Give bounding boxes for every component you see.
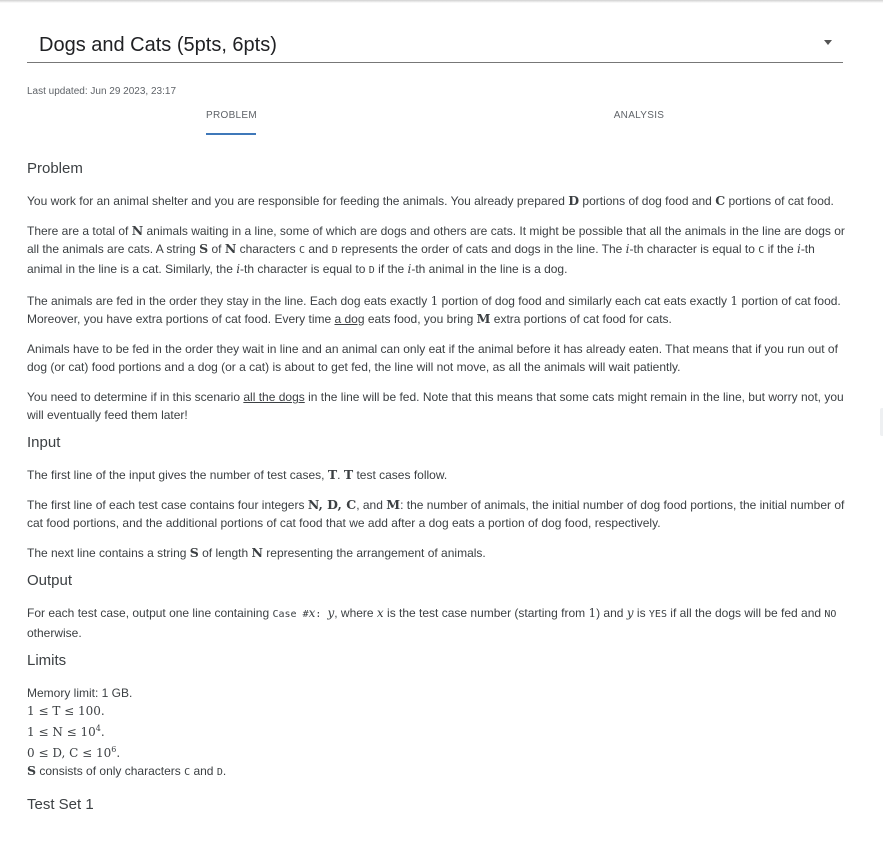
limit-n: 1 ≤ N ≤ 104. [27,724,105,739]
caret-down-icon[interactable] [824,40,832,45]
problem-paragraph-5: You need to determine if in this scenari… [27,390,844,422]
limit-s: S consists of only characters C and D. [27,763,227,778]
tab-analysis[interactable]: ANALYSIS [612,110,666,121]
limit-memory: Memory limit: 1 GB. [27,686,133,700]
problem-paragraph-3: The animals are fed in the order they st… [27,294,841,326]
problem-selector[interactable]: Dogs and Cats (5pts, 6pts) [27,26,843,63]
heading-output: Output [27,572,73,589]
limit-t: 1 ≤ T ≤ 100. [27,704,105,718]
problem-paragraph-2: There are a total of N animals waiting i… [27,223,845,276]
problem-title: Dogs and Cats (5pts, 6pts) [39,34,277,56]
problem-paragraph-4: Animals have to be fed in the order they… [27,342,838,374]
heading-limits: Limits [27,652,67,669]
input-paragraph-2: The first line of each test case contain… [27,497,845,530]
problem-paragraph-1: You work for an animal shelter and you a… [27,193,834,208]
tab-problem[interactable]: PROBLEM [206,110,257,121]
input-paragraph-3: The next line contains a string S of len… [27,545,486,560]
heading-input: Input [27,434,61,451]
last-updated: Last updated: Jun 29 2023, 23:17 [27,86,177,97]
top-shadow [0,0,883,3]
problem-statement: Problem You work for an animal shelter a… [27,158,847,816]
heading-test-set-1: Test Set 1 [27,796,94,813]
limit-dc: 0 ≤ D, C ≤ 106. [27,745,121,760]
output-paragraph-1: For each test case, output one line cont… [27,606,837,640]
active-tab-indicator [206,133,256,135]
heading-problem: Problem [27,160,83,177]
input-paragraph-1: The first line of the input gives the nu… [27,467,448,482]
